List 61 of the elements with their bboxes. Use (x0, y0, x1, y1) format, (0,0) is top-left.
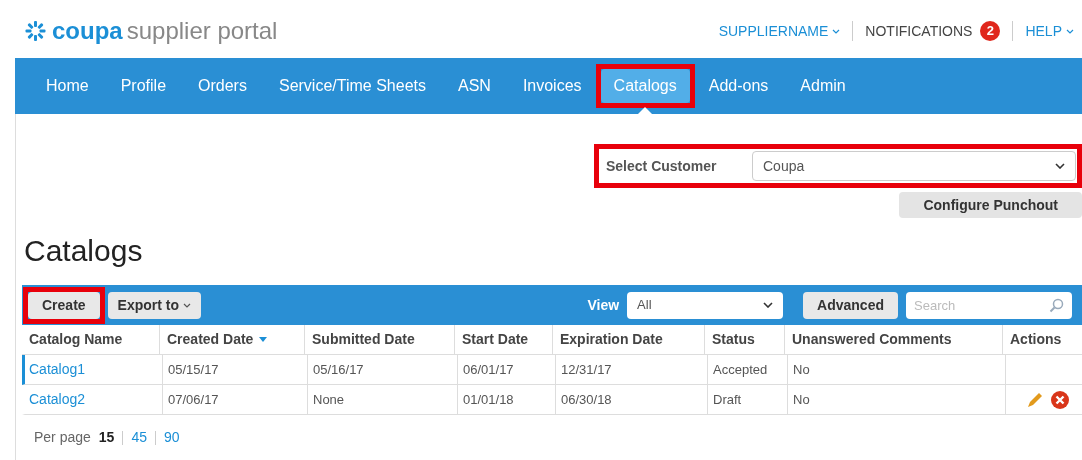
configure-punchout-button[interactable]: Configure Punchout (899, 192, 1082, 218)
chevron-down-icon (763, 302, 774, 308)
sort-descending-icon (259, 337, 268, 342)
selected-pointer-icon (638, 107, 653, 114)
table-cell-text: 05/16/17 (313, 360, 364, 379)
nav-tab[interactable]: Invoices (509, 69, 595, 103)
table-cell-text: 07/06/17 (168, 390, 219, 409)
select-customer-label: Select Customer (606, 156, 718, 176)
advanced-button[interactable]: Advanced (803, 291, 898, 319)
table-cell-text: None (313, 390, 345, 409)
table-row[interactable]: Catalog1 05/15/17 05/16/17 06/01/17 12/31/17 Accepted No (22, 355, 1082, 385)
nav-tab[interactable]: Add-ons (695, 69, 782, 103)
delete-icon[interactable] (1050, 389, 1070, 410)
view-label: View (587, 295, 620, 315)
customer-dropdown[interactable]: Coupa (752, 151, 1076, 181)
table-cell-text: 06/30/18 (561, 390, 612, 409)
page-size-option[interactable]: 90 (164, 427, 180, 448)
page-title: Catalogs (24, 233, 144, 269)
help-menu[interactable]: HELP (1025, 20, 1074, 42)
table-cell-text: No (793, 360, 810, 379)
notifications-link[interactable]: NOTIFICATIONS (865, 20, 973, 42)
page-size-option[interactable]: 45 (131, 427, 147, 448)
column-header[interactable]: Actions (1010, 329, 1062, 350)
nav-tab[interactable]: Service/Time Sheets (265, 69, 439, 103)
column-header[interactable]: Start Date (462, 329, 529, 350)
search-field[interactable]: Search (906, 291, 1072, 319)
table-cell-text: 06/01/17 (463, 360, 514, 379)
table-cell-text: 12/31/17 (561, 360, 612, 379)
user-menu[interactable]: SUPPLIERNAME (718, 20, 841, 42)
catalog-link[interactable]: Catalog2 (29, 389, 86, 410)
nav-tab[interactable]: Profile (107, 69, 180, 103)
chevron-down-icon (1066, 28, 1074, 34)
table-cell-text: 01/01/18 (463, 390, 514, 409)
column-header[interactable]: Expiration Date (560, 329, 663, 350)
notification-count: 2 (980, 21, 1001, 41)
search-icon (1049, 297, 1064, 313)
view-dropdown[interactable]: All (627, 291, 784, 319)
create-button[interactable]: Create (28, 291, 100, 319)
chevron-down-icon (183, 302, 192, 308)
nav-tab[interactable]: Orders (185, 69, 260, 103)
catalog-link[interactable]: Catalog1 (29, 359, 86, 380)
table-cell-text: Draft (713, 390, 742, 409)
export-button[interactable]: Export to (107, 291, 202, 319)
logo-product: supplier portal (126, 19, 278, 43)
column-header[interactable]: Submitted Date (312, 329, 415, 350)
chevron-down-icon (1055, 163, 1065, 169)
nav-tab[interactable]: Home (33, 69, 102, 103)
table-row[interactable]: Catalog2 07/06/17 None 01/01/18 06/30/18 Draft No (22, 385, 1082, 415)
nav-tab[interactable]: Admin (787, 69, 859, 103)
page-size-option[interactable]: 15 (98, 427, 115, 448)
column-header[interactable]: Unanswered Comments (792, 329, 952, 350)
per-page-label: Per page (34, 428, 91, 447)
column-header[interactable]: Catalog Name (29, 329, 123, 350)
table-cell-text: No (793, 390, 810, 409)
logo-brand: coupa (52, 19, 123, 43)
table-cell-text: Accepted (713, 360, 768, 379)
column-header[interactable]: Status (712, 329, 755, 350)
nav-tab[interactable]: ASN (444, 69, 504, 103)
table-cell-text: 05/15/17 (168, 360, 219, 379)
column-header[interactable]: Created Date (167, 329, 254, 350)
chevron-down-icon (832, 28, 841, 34)
